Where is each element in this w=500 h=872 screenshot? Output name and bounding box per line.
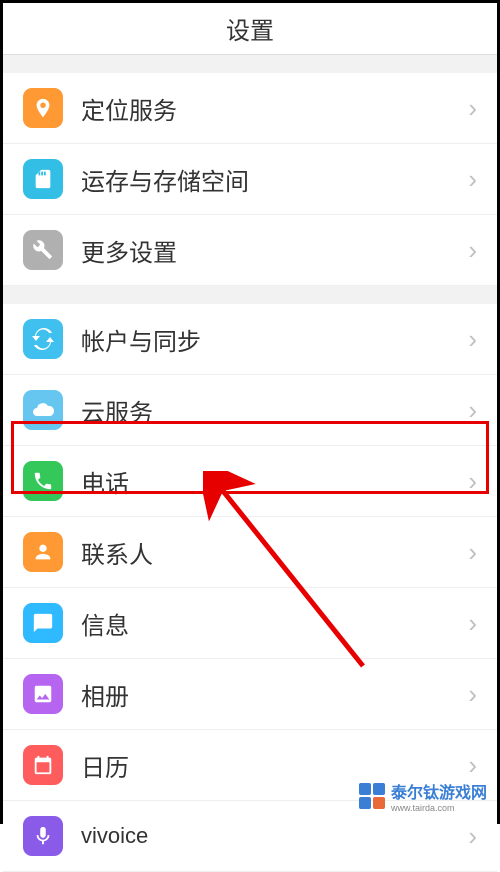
- header: 设置: [3, 3, 497, 55]
- chevron-right-icon: ›: [468, 537, 477, 568]
- settings-item-more[interactable]: 更多设置 ›: [3, 215, 497, 286]
- item-label: 更多设置: [81, 233, 468, 268]
- chevron-right-icon: ›: [468, 608, 477, 639]
- settings-item-account[interactable]: 帐户与同步 ›: [3, 304, 497, 375]
- item-label: 相册: [81, 677, 468, 712]
- settings-item-phone[interactable]: 电话 ›: [3, 446, 497, 517]
- cloud-icon: [23, 390, 63, 430]
- mic-icon: [23, 816, 63, 856]
- item-label: 帐户与同步: [81, 322, 468, 357]
- chevron-right-icon: ›: [468, 164, 477, 195]
- settings-item-messages[interactable]: 信息 ›: [3, 588, 497, 659]
- chevron-right-icon: ›: [468, 679, 477, 710]
- watermark-logo-icon: [357, 781, 387, 811]
- wrench-icon: [23, 230, 63, 270]
- sd-icon: [23, 159, 63, 199]
- contact-icon: [23, 532, 63, 572]
- settings-item-album[interactable]: 相册 ›: [3, 659, 497, 730]
- item-label: 信息: [81, 606, 468, 641]
- settings-item-contacts[interactable]: 联系人 ›: [3, 517, 497, 588]
- watermark-url: www.tairda.com: [391, 803, 487, 813]
- settings-item-storage[interactable]: 运存与存储空间 ›: [3, 144, 497, 215]
- item-label: 云服务: [81, 393, 468, 428]
- section-gap: [3, 55, 497, 73]
- chevron-right-icon: ›: [468, 466, 477, 497]
- watermark-brand: 泰尔钛游戏网: [391, 779, 487, 803]
- section-gap: [3, 286, 497, 304]
- sync-icon: [23, 319, 63, 359]
- chevron-right-icon: ›: [468, 395, 477, 426]
- item-label: 运存与存储空间: [81, 162, 468, 197]
- settings-item-cloud[interactable]: 云服务 ›: [3, 375, 497, 446]
- item-label: 电话: [81, 464, 468, 499]
- chevron-right-icon: ›: [468, 324, 477, 355]
- chevron-right-icon: ›: [468, 93, 477, 124]
- location-icon: [23, 88, 63, 128]
- phone-icon: [23, 461, 63, 501]
- item-label: 日历: [81, 748, 468, 783]
- calendar-icon: [23, 745, 63, 785]
- message-icon: [23, 603, 63, 643]
- watermark: 泰尔钛游戏网 www.tairda.com: [357, 779, 487, 813]
- settings-item-location[interactable]: 定位服务 ›: [3, 73, 497, 144]
- page-title: 设置: [226, 11, 274, 46]
- chevron-right-icon: ›: [468, 821, 477, 852]
- photo-icon: [23, 674, 63, 714]
- item-label: 定位服务: [81, 91, 468, 126]
- item-label: 联系人: [81, 535, 468, 570]
- chevron-right-icon: ›: [468, 750, 477, 781]
- chevron-right-icon: ›: [468, 235, 477, 266]
- item-label: vivoice: [81, 823, 468, 849]
